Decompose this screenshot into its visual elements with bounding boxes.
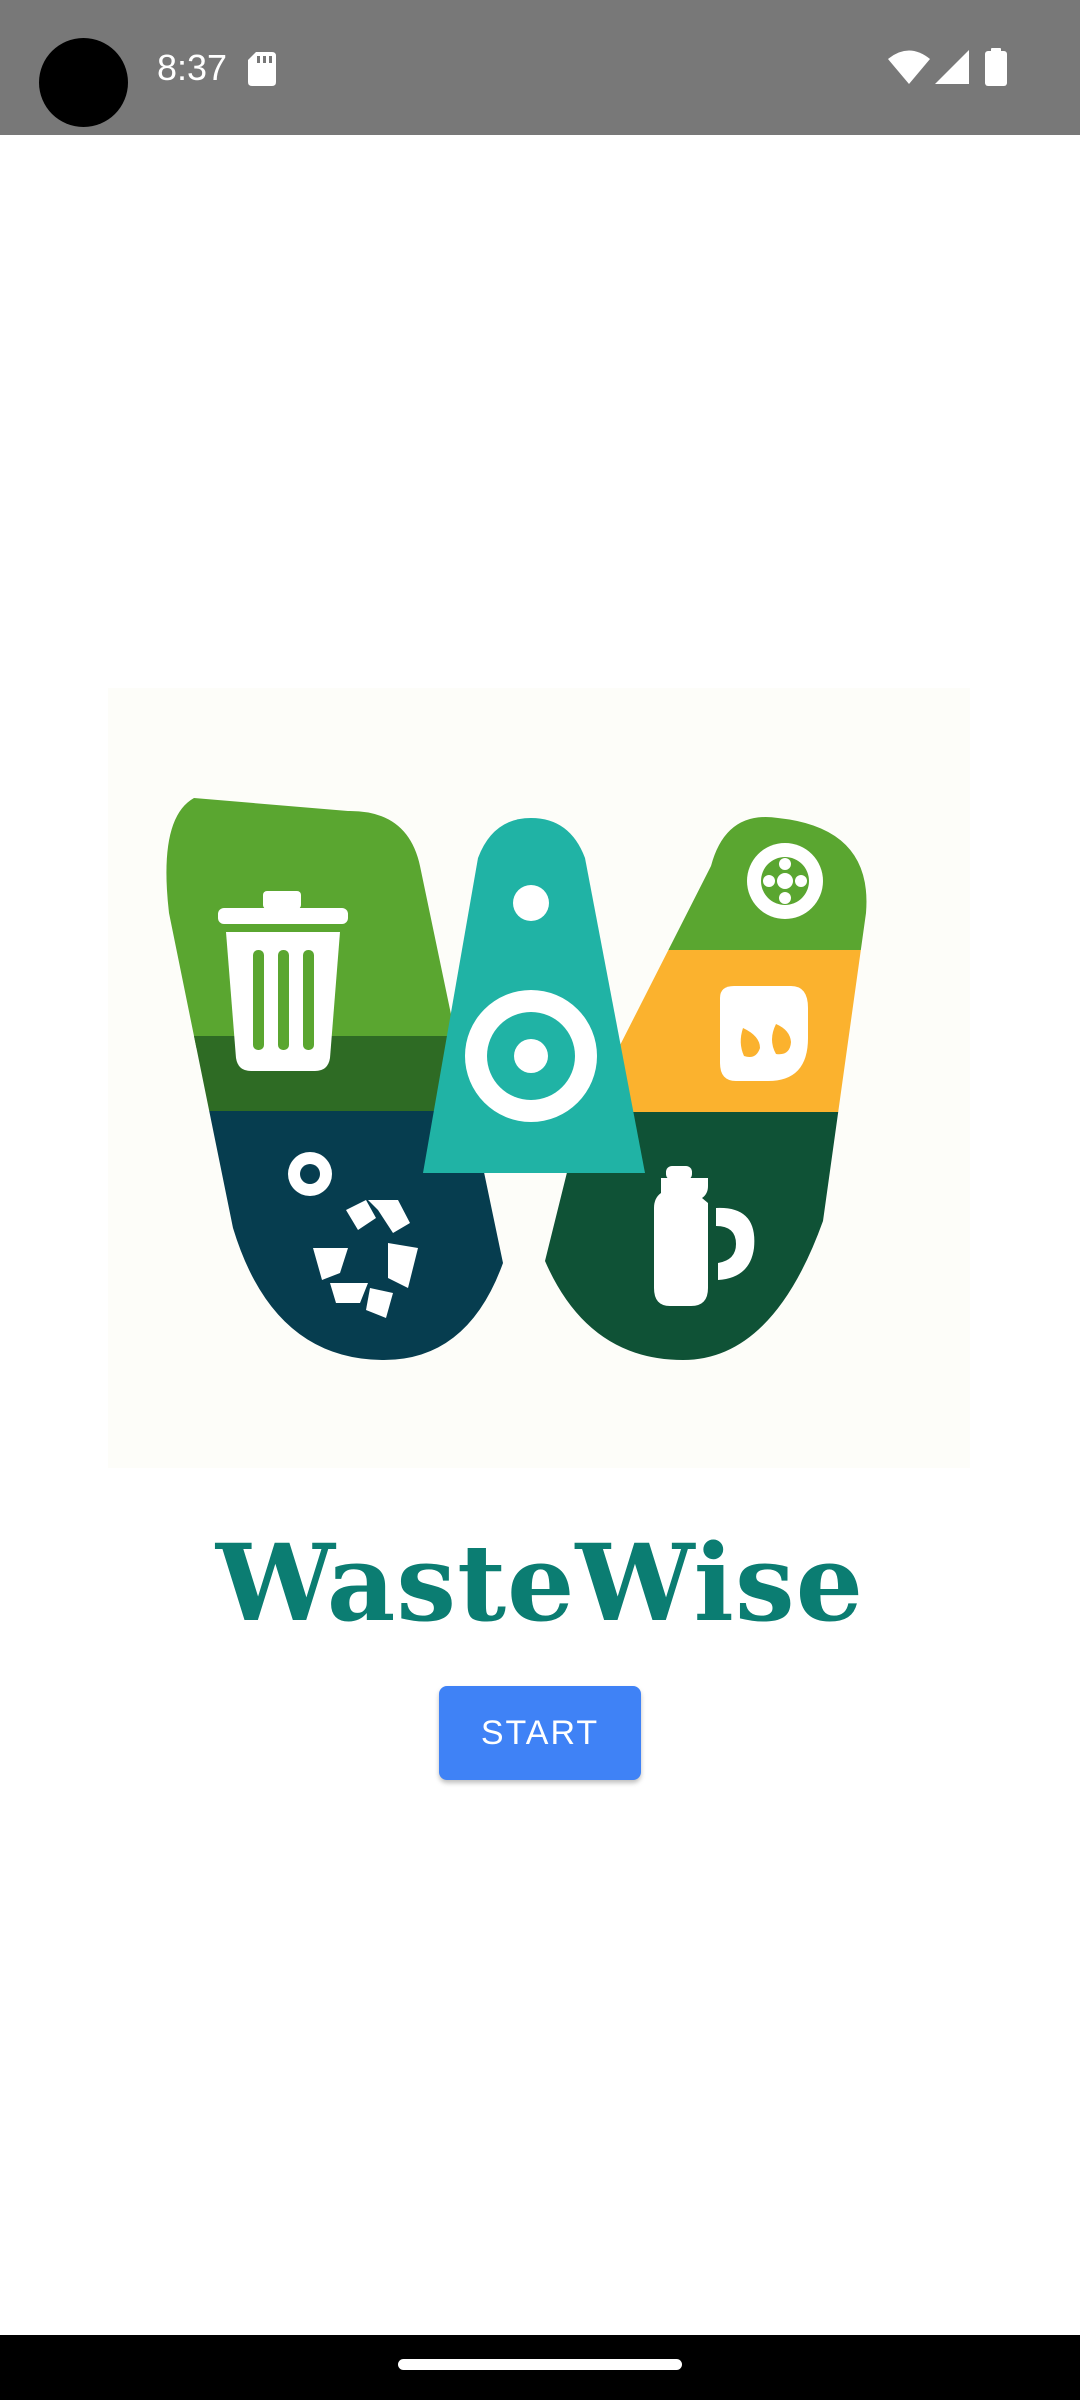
cellular-signal-icon (935, 50, 969, 84)
camera-cutout (39, 38, 128, 127)
app-title: WasteWise (215, 1520, 865, 1645)
start-button[interactable]: START (439, 1686, 641, 1780)
wifi-icon (888, 50, 930, 84)
navigation-bar (0, 2335, 1080, 2400)
status-time: 8:37 (157, 47, 228, 88)
sd-card-icon (248, 52, 276, 86)
wastewise-logo-icon (166, 798, 867, 1360)
home-indicator[interactable] (398, 2359, 682, 2370)
splash-screen: 8:37 WasteWise START (0, 0, 1080, 2400)
battery-icon (985, 48, 1007, 86)
status-bar: 8:37 (0, 0, 1080, 135)
